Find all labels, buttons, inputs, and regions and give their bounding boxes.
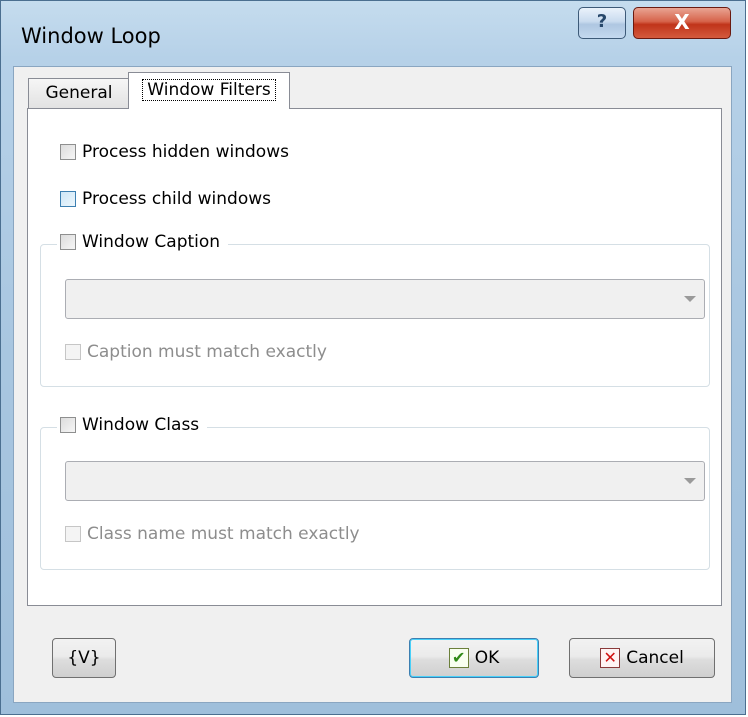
chevron-down-icon[interactable] [684, 296, 696, 302]
tab-window-filters-label: Window Filters [142, 79, 276, 101]
process-hidden-checkbox-row[interactable]: Process hidden windows [60, 142, 289, 162]
window-class-checkbox-row[interactable]: Window Class [57, 415, 208, 435]
ok-button[interactable]: ✔ OK [409, 638, 539, 678]
process-child-checkbox[interactable] [60, 191, 76, 207]
class-match-label: Class name must match exactly [87, 524, 360, 544]
check-icon: ✔ [448, 648, 469, 668]
dialog-client: General Window Filters Process hidden wi… [13, 66, 732, 703]
tab-window-filters[interactable]: Window Filters [128, 72, 290, 109]
process-child-label: Process child windows [82, 189, 272, 209]
window-caption-checkbox[interactable] [60, 234, 76, 250]
window-caption-combo[interactable] [65, 279, 705, 319]
variables-button-label: {V} [67, 648, 101, 668]
help-icon: ? [596, 11, 608, 32]
class-match-checkbox-row[interactable]: Class name must match exactly [65, 524, 360, 544]
dialog-window: Window Loop ? X General Window Filters P… [0, 0, 746, 715]
help-button[interactable]: ? [578, 7, 626, 39]
process-hidden-checkbox[interactable] [60, 144, 76, 160]
class-match-checkbox[interactable] [65, 526, 81, 542]
process-child-checkbox-row[interactable]: Process child windows [60, 189, 271, 209]
window-caption-label: Window Caption [82, 232, 221, 252]
close-icon: X [674, 10, 690, 34]
variables-button[interactable]: {V} [52, 638, 116, 678]
close-button[interactable]: X [633, 7, 731, 39]
ok-button-label: OK [474, 648, 500, 668]
window-class-label: Window Class [82, 415, 200, 435]
tab-panel-window-filters: Process hidden windows Process child win… [27, 108, 722, 606]
window-class-combo[interactable] [65, 461, 705, 501]
process-hidden-label: Process hidden windows [82, 142, 289, 162]
cancel-button[interactable]: ✕ Cancel [569, 638, 715, 678]
tab-general[interactable]: General [28, 78, 130, 108]
cancel-button-label: Cancel [626, 648, 684, 668]
window-class-checkbox[interactable] [60, 417, 76, 433]
title-bar[interactable]: Window Loop ? X [1, 1, 745, 65]
x-icon: ✕ [600, 648, 621, 668]
caption-match-checkbox[interactable] [65, 344, 81, 360]
window-caption-checkbox-row[interactable]: Window Caption [57, 232, 229, 252]
chevron-down-icon[interactable] [684, 478, 696, 484]
caption-match-checkbox-row[interactable]: Caption must match exactly [65, 342, 327, 362]
caption-match-label: Caption must match exactly [87, 342, 327, 362]
window-title: Window Loop [21, 24, 161, 48]
